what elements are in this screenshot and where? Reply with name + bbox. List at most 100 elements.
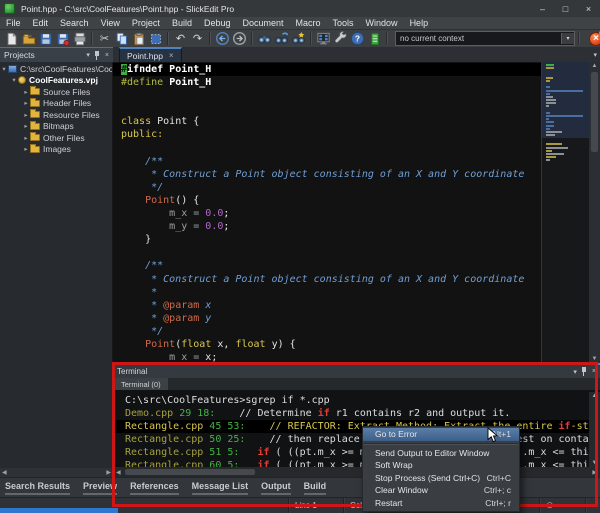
save-button[interactable] — [37, 31, 54, 47]
tree-item-bitmaps[interactable]: ▸Bitmaps — [22, 121, 112, 133]
chevron-down-icon[interactable]: ▾ — [86, 51, 90, 59]
tab-point-hpp[interactable]: Point.hpp × — [119, 47, 182, 62]
copy-button[interactable] — [113, 31, 130, 47]
select-code-block-icon — [149, 32, 163, 46]
scroll-left-icon[interactable]: ◀ — [113, 469, 124, 476]
editor-vscrollbar[interactable]: ▲ ▼ — [589, 62, 600, 363]
tree-item-workspace[interactable]: ▾ C:\src\CoolFeatures\CoolFeatu — [0, 63, 112, 75]
menu-document[interactable]: Document — [236, 18, 289, 28]
save-all-button[interactable] — [54, 31, 71, 47]
maximize-button[interactable]: □ — [554, 0, 577, 17]
projects-hscrollbar[interactable]: ◀ ▶ — [0, 468, 113, 477]
menu-item-clear-window[interactable]: Clear WindowCtrl+; c — [363, 484, 519, 497]
chevron-right-icon[interactable]: ▸ — [22, 122, 30, 130]
tab-terminal-0[interactable]: Terminal (0) — [114, 378, 168, 390]
pin-icon[interactable] — [94, 51, 101, 60]
menu-item-stop-process-send-ctrl-c[interactable]: Stop Process (Send Ctrl+C)Ctrl+C — [363, 472, 519, 485]
tree-item-other-files[interactable]: ▸Other Files — [22, 132, 112, 144]
menu-view[interactable]: View — [95, 18, 126, 28]
minimap[interactable] — [541, 62, 589, 363]
redo-button[interactable]: ↷ — [189, 31, 206, 47]
menu-tools[interactable]: Tools — [327, 18, 360, 28]
redo-icon: ↷ — [193, 31, 202, 47]
projects-panel-header[interactable]: Projects ▾ × — [0, 47, 113, 62]
tree-item-source-files[interactable]: ▸Source Files — [22, 86, 112, 98]
scroll-right-icon[interactable]: ▶ — [104, 469, 113, 476]
scroll-right-icon[interactable]: ▶ — [589, 469, 600, 476]
close-icon[interactable]: × — [169, 51, 174, 60]
find-in-files-button[interactable] — [290, 31, 307, 47]
scroll-left-icon[interactable]: ◀ — [0, 469, 9, 476]
tab-list-chevron-icon[interactable]: ▾ — [593, 51, 597, 59]
help-button[interactable]: ? — [349, 31, 366, 47]
scroll-down-icon[interactable]: ▼ — [589, 460, 600, 466]
undo-button[interactable]: ↶ — [172, 31, 189, 47]
back-button[interactable] — [214, 31, 231, 47]
bottom-tab-search-results[interactable]: Search Results — [5, 481, 70, 495]
chevron-down-icon[interactable]: ▾ — [561, 33, 574, 44]
print-button[interactable] — [71, 31, 88, 47]
scrollbar-thumb[interactable] — [125, 469, 255, 475]
bottom-tab-references[interactable]: References — [130, 481, 179, 495]
chevron-right-icon[interactable]: ▸ — [22, 145, 30, 153]
chevron-open-icon[interactable]: ▾ — [0, 65, 8, 73]
close-icon[interactable]: × — [592, 368, 596, 375]
chevron-right-icon[interactable]: ▸ — [22, 88, 30, 96]
chevron-right-icon[interactable]: ▸ — [22, 99, 30, 107]
tree-item-project[interactable]: ▾ CoolFeatures.vpj — [10, 75, 112, 87]
code-editor[interactable]: #ifndef Point_H#define Point_H class Poi… — [113, 62, 600, 363]
forward-button[interactable] — [231, 31, 248, 47]
projects-tree[interactable]: ▾ C:\src\CoolFeatures\CoolFeatu ▾ CoolFe… — [0, 62, 113, 468]
scroll-down-icon[interactable]: ▼ — [589, 356, 600, 362]
terminal-header[interactable]: Terminal ▾ × — [113, 363, 600, 378]
scrollbar-thumb[interactable] — [591, 72, 598, 152]
options-button[interactable] — [332, 31, 349, 47]
open-button[interactable] — [20, 31, 37, 47]
pin-icon[interactable] — [581, 367, 588, 376]
menu-debug[interactable]: Debug — [198, 18, 237, 28]
menu-item-send-output-to-editor-window[interactable]: Send Output to Editor Window — [363, 447, 519, 460]
bottom-tab-preview[interactable]: Preview — [83, 481, 117, 495]
menu-macro[interactable]: Macro — [290, 18, 327, 28]
scroll-up-icon[interactable]: ▲ — [589, 63, 600, 69]
tree-item-header-files[interactable]: ▸Header Files — [22, 98, 112, 110]
tree-item-resource-files[interactable]: ▸Resource Files — [22, 109, 112, 121]
tree-item-images[interactable]: ▸Images — [22, 144, 112, 156]
menu-item-soft-wrap[interactable]: Soft Wrap — [363, 459, 519, 472]
cut-button[interactable]: ✂ — [96, 31, 113, 47]
code-line: Point() { — [113, 194, 541, 207]
connect-remote-button[interactable] — [315, 31, 332, 47]
defs-list-button[interactable] — [366, 31, 383, 47]
select-code-block-button[interactable] — [147, 31, 164, 47]
chevron-right-icon[interactable]: ▸ — [22, 111, 30, 119]
find-button[interactable] — [256, 31, 273, 47]
terminal-vscrollbar[interactable]: ▲ ▼ — [589, 392, 600, 467]
menu-edit[interactable]: Edit — [27, 18, 55, 28]
chevron-open-icon[interactable]: ▾ — [10, 76, 18, 84]
new-file-button[interactable] — [3, 31, 20, 47]
stop-icon[interactable] — [589, 32, 600, 46]
menu-build[interactable]: Build — [166, 18, 198, 28]
code-line: */ — [113, 181, 541, 194]
find-next-button[interactable] — [273, 31, 290, 47]
menu-help[interactable]: Help — [404, 18, 435, 28]
menu-item-restart[interactable]: RestartCtrl+; r — [363, 497, 519, 510]
minimize-button[interactable]: – — [531, 0, 554, 17]
terminal-hscrollbar[interactable]: ◀ ▶ — [113, 467, 600, 477]
close-button[interactable]: × — [577, 0, 600, 17]
menu-project[interactable]: Project — [126, 18, 166, 28]
bottom-tab-message-list[interactable]: Message List — [192, 481, 249, 495]
menu-file[interactable]: File — [0, 18, 27, 28]
window-title: Point.hpp - C:\src\CoolFeatures\Point.hp… — [21, 4, 234, 14]
bottom-tab-output[interactable]: Output — [261, 481, 291, 495]
menu-window[interactable]: Window — [360, 18, 404, 28]
bottom-tab-build[interactable]: Build — [304, 481, 327, 495]
chevron-down-icon[interactable]: ▾ — [573, 368, 577, 376]
context-combo[interactable]: no current context ▾ — [395, 31, 575, 46]
paste-button[interactable] — [130, 31, 147, 47]
chevron-right-icon[interactable]: ▸ — [22, 134, 30, 142]
close-icon[interactable]: × — [105, 52, 109, 59]
menu-item-go-to-error[interactable]: Go to ErrorAlt+1 — [363, 428, 519, 441]
menu-search[interactable]: Search — [54, 18, 95, 28]
scroll-up-icon[interactable]: ▲ — [589, 393, 600, 399]
